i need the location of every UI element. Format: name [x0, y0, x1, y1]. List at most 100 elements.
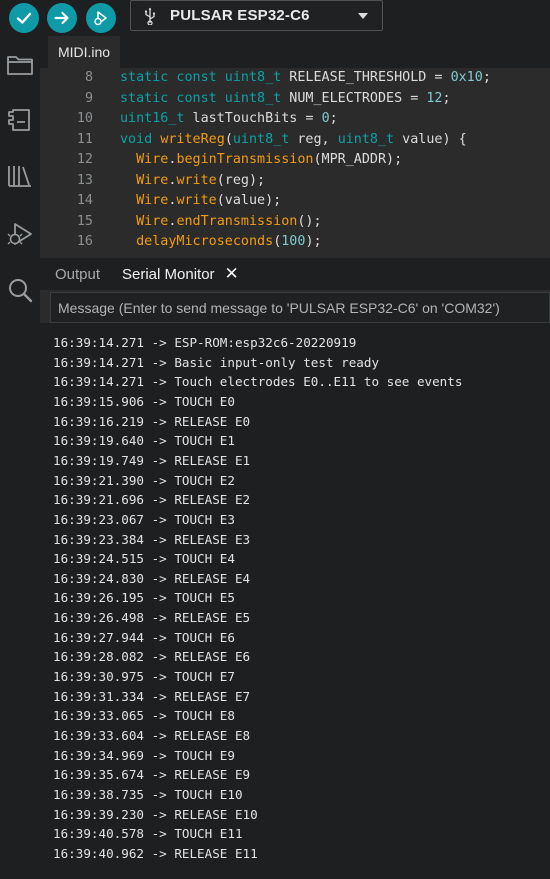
line-number: 8 [84, 70, 93, 85]
serial-log-line: 16:39:39.230 -> RELEASE E10 [53, 806, 258, 822]
serial-log-line: 16:39:27.944 -> TOUCH E6 [53, 629, 235, 645]
code-line: 11 void writeReg(uint8_t reg, uint8_t val… [40, 130, 550, 150]
line-number: 12 [76, 152, 93, 167]
close-icon[interactable]: ✕ [225, 264, 239, 284]
board-name: PULSAR ESP32-C6 [170, 7, 310, 24]
serial-log-line: 16:39:15.906 -> TOUCH E0 [53, 393, 235, 409]
serial-log-line: 16:39:19.640 -> TOUCH E1 [53, 433, 235, 449]
serial-log-line: 16:39:24.515 -> TOUCH E4 [53, 551, 235, 567]
code-text: delayMicroseconds(100); [120, 232, 322, 252]
code-token: ); [305, 234, 322, 249]
code-token: 0 [321, 111, 330, 126]
activity-bar [0, 36, 40, 879]
serial-log-line: 16:39:24.830 -> RELEASE E4 [53, 570, 251, 586]
code-token: Wire [136, 172, 169, 188]
debug-icon[interactable] [6, 220, 34, 248]
line-number: 10 [76, 111, 93, 126]
code-token: write [176, 172, 217, 188]
serial-log-line: 16:39:23.067 -> TOUCH E3 [53, 511, 235, 527]
code-token: static const uint8_t [120, 70, 282, 85]
library-icon[interactable] [6, 162, 34, 190]
board-manager-icon[interactable] [6, 106, 34, 134]
serial-log-line: 16:39:19.749 -> RELEASE E1 [53, 452, 251, 468]
debug-button[interactable] [86, 3, 116, 33]
upload-button[interactable] [47, 3, 77, 33]
search-icon[interactable] [6, 276, 34, 304]
code-line: 15 Wire.endTransmission(); [40, 212, 550, 232]
arrow-right-icon [54, 11, 69, 25]
code-line: 12 Wire.beginTransmission(MPR_ADDR); [40, 150, 550, 170]
tab-midi-ino[interactable]: MIDI.ino [48, 36, 120, 68]
code-line: 8 static const uint8_t RELEASE_THRESHOLD … [40, 68, 550, 88]
folder-icon[interactable] [6, 50, 34, 78]
code-token: Wire [136, 213, 169, 229]
serial-log-line: 16:39:16.219 -> RELEASE E0 [53, 413, 251, 429]
code-token: uint8_t [232, 131, 290, 147]
line-number: 14 [76, 193, 93, 208]
code-token: (value); [216, 193, 282, 208]
code-token: 12 [426, 90, 443, 106]
code-token: beginTransmission [176, 152, 314, 167]
tab-serial-monitor-label: Serial Monitor [122, 265, 215, 283]
code-line: 16 delayMicroseconds(100); [40, 232, 550, 252]
tab-serial-monitor[interactable]: Serial Monitor ✕ [122, 258, 239, 290]
code-token: ( [224, 131, 233, 147]
serial-log-line: 16:39:30.975 -> TOUCH E7 [53, 669, 235, 685]
code-text: void writeReg(uint8_t reg, uint8_t value… [120, 130, 467, 150]
code-text: static const uint8_t RELEASE_THRESHOLD =… [120, 68, 491, 88]
code-token: endTransmission [176, 213, 298, 229]
chevron-down-icon [358, 13, 368, 19]
code-token: 0x10 [450, 70, 483, 85]
code-token: void [120, 131, 153, 147]
verify-button[interactable] [9, 3, 39, 33]
code-text: uint16_t lastTouchBits = 0; [120, 109, 338, 129]
code-token: ; [442, 90, 451, 106]
serial-log-line: 16:39:26.498 -> RELEASE E5 [53, 610, 251, 626]
code-token: 100 [281, 234, 306, 249]
toolbar: PULSAR ESP32-C6 [0, 0, 550, 36]
code-text: Wire.write(reg); [120, 171, 265, 191]
code-token: value) { [394, 131, 467, 147]
serial-log-line: 16:39:14.271 -> Basic input-only test re… [53, 354, 380, 370]
code-token: lastTouchBits = [184, 111, 322, 126]
serial-log-line: 16:39:33.065 -> TOUCH E8 [53, 708, 235, 724]
line-number: 15 [76, 213, 93, 229]
code-line: 9 static const uint8_t NUM_ELECTRODES = 1… [40, 89, 550, 109]
serial-log-line: 16:39:26.195 -> TOUCH E5 [53, 590, 235, 606]
line-number: 16 [76, 234, 93, 249]
code-token: (reg); [216, 172, 266, 188]
serial-log-line: 16:39:21.390 -> TOUCH E2 [53, 472, 235, 488]
code-token: ; [482, 70, 491, 85]
serial-message-input[interactable] [50, 292, 550, 323]
code-text: Wire.write(value); [120, 191, 281, 211]
usb-icon [145, 7, 156, 25]
board-selector[interactable]: PULSAR ESP32-C6 [130, 0, 383, 31]
debugger-icon [94, 11, 107, 26]
line-number: 11 [76, 131, 93, 147]
code-token: uint16_t [120, 111, 185, 126]
code-token: RELEASE_THRESHOLD = [281, 70, 451, 85]
line-number: 13 [76, 172, 93, 188]
panel-tab-bar: Output Serial Monitor ✕ [40, 258, 550, 290]
tab-output[interactable]: Output [55, 258, 100, 290]
code-token: static const uint8_t [120, 90, 282, 106]
code-token: write [176, 193, 217, 208]
serial-log-line: 16:39:34.969 -> TOUCH E9 [53, 747, 235, 763]
code-token: (); [297, 213, 322, 229]
code-editor[interactable]: 8 static const uint8_t RELEASE_THRESHOLD … [40, 68, 550, 258]
code-token: writeReg [160, 131, 225, 147]
line-number: 9 [84, 90, 93, 106]
serial-log-line: 16:39:31.334 -> RELEASE E7 [53, 688, 251, 704]
code-token: ; [329, 111, 338, 126]
serial-log-line: 16:39:14.271 -> ESP-ROM:esp32c6-20220919 [53, 335, 357, 350]
serial-log-line: 16:39:14.271 -> Touch electrodes E0..E11… [53, 374, 463, 390]
code-token: delayMicroseconds [136, 234, 274, 249]
code-token: Wire [136, 193, 169, 208]
serial-log-line: 16:39:38.735 -> TOUCH E10 [53, 786, 243, 802]
code-token: Wire [136, 152, 169, 167]
